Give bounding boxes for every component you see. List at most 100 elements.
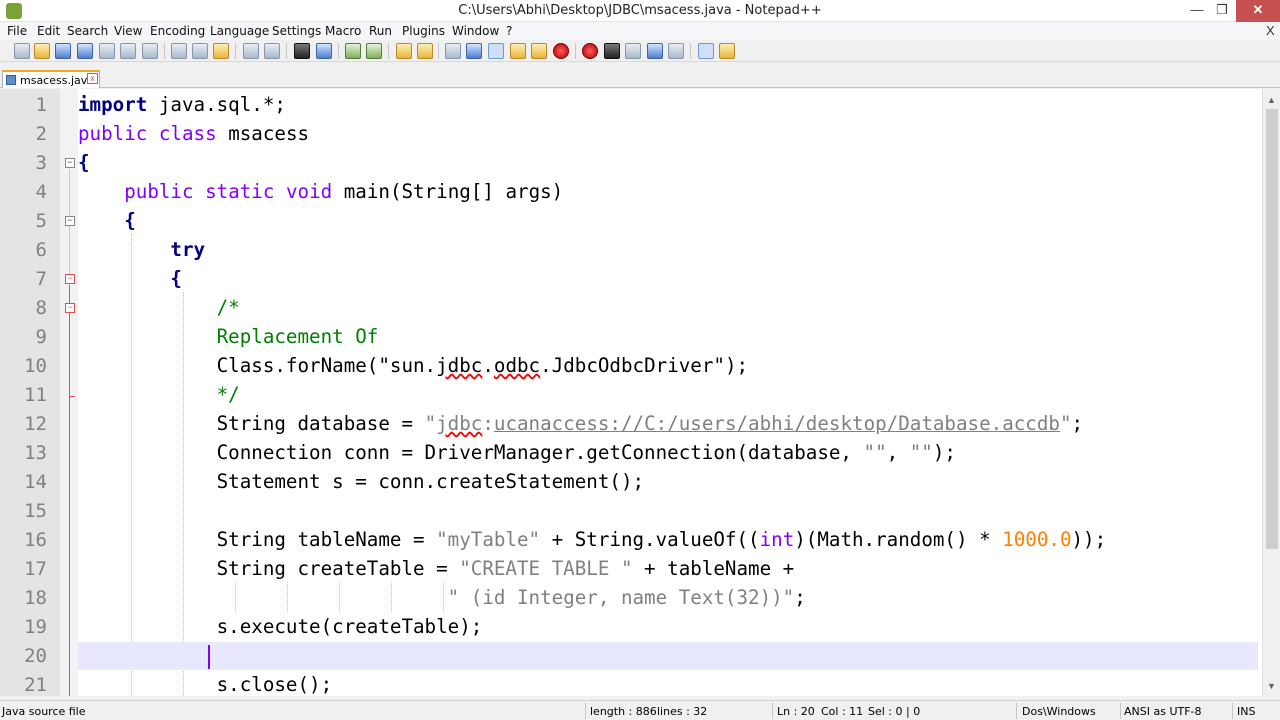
vertical-scrollbar[interactable]: ▲ ▼ — [1262, 89, 1280, 696]
line-number: 6 — [35, 239, 47, 261]
stop-record-icon[interactable] — [604, 43, 620, 59]
code-text: Class.forName("sun.jdbc.odbc.JdbcOdbcDri… — [216, 354, 749, 377]
code-line[interactable]: 10 Class.forName("sun.jdbc.odbc.JdbcOdbc… — [0, 352, 1262, 381]
sync-horizontal-icon[interactable] — [417, 43, 433, 59]
scrollbar-thumb[interactable] — [1266, 109, 1278, 549]
text-caret — [208, 645, 210, 669]
line-number: 1 — [35, 94, 47, 116]
copy-icon[interactable] — [192, 43, 208, 59]
new-file-icon[interactable] — [14, 43, 30, 59]
record-macro-icon[interactable] — [582, 43, 598, 59]
menu-window[interactable]: Window — [452, 24, 499, 38]
cut-icon[interactable] — [171, 43, 187, 59]
toolbar — [0, 40, 1280, 62]
code-line[interactable]: 8 /* — [0, 294, 1262, 323]
menu-encoding[interactable]: Encoding — [150, 24, 205, 38]
line-number: 7 — [35, 268, 47, 290]
title-bar: C:\Users\Abhi\Desktop\JDBC\msacess.java … — [0, 0, 1280, 22]
code-editor[interactable]: − − − − 1 import java.sql.*; 2 public cl… — [0, 89, 1280, 696]
function-list-icon[interactable] — [531, 43, 547, 59]
folder-workspace-icon[interactable] — [553, 43, 569, 59]
menu-settings[interactable]: Settings — [272, 24, 321, 38]
menu-view[interactable]: View — [114, 24, 142, 38]
plugin-icon[interactable] — [719, 43, 735, 59]
line-number: 4 — [35, 181, 47, 203]
code-line[interactable]: 15 — [0, 497, 1262, 526]
open-file-icon[interactable] — [34, 43, 50, 59]
code-line[interactable]: 12 String database = "jdbc:ucanaccess://… — [0, 410, 1262, 439]
print-icon[interactable] — [142, 43, 158, 59]
code-line[interactable]: 4 public static void main(String[] args) — [0, 178, 1262, 207]
menu-macro[interactable]: Macro — [325, 24, 361, 38]
scroll-down-icon[interactable]: ▼ — [1267, 681, 1276, 691]
zoom-in-icon[interactable] — [345, 43, 361, 59]
replace-icon[interactable] — [316, 43, 332, 59]
sync-vertical-icon[interactable] — [396, 43, 412, 59]
save-all-icon[interactable] — [77, 43, 93, 59]
status-eol: Dos\Windows — [1022, 705, 1096, 718]
line-number: 20 — [24, 645, 47, 667]
code-text: public class msacess — [78, 122, 310, 145]
find-icon[interactable] — [294, 43, 310, 59]
save-icon[interactable] — [55, 43, 71, 59]
tab-close-button[interactable]: x — [87, 73, 98, 84]
scroll-up-icon[interactable]: ▲ — [1267, 95, 1276, 105]
code-text: String tableName = "myTable" + String.va… — [216, 528, 1107, 551]
show-all-chars-icon[interactable] — [466, 43, 482, 59]
code-line[interactable]: 7 { — [0, 265, 1262, 294]
paste-icon[interactable] — [213, 43, 229, 59]
close-icon[interactable] — [99, 43, 115, 59]
code-text: { — [78, 151, 90, 174]
code-line-current[interactable]: 20 — [0, 642, 1262, 671]
current-line-highlight — [78, 642, 1258, 670]
line-number: 15 — [24, 500, 47, 522]
code-line[interactable]: 3 { — [0, 149, 1262, 178]
menu-edit[interactable]: Edit — [37, 24, 60, 38]
line-number: 8 — [35, 297, 47, 319]
close-all-icon[interactable] — [120, 43, 136, 59]
code-line[interactable]: 17 String createTable = "CREATE TABLE " … — [0, 555, 1262, 584]
run-macro-multiple-icon[interactable] — [647, 43, 663, 59]
zoom-out-icon[interactable] — [366, 43, 382, 59]
code-line[interactable]: 21 s.close(); — [0, 671, 1262, 696]
code-line[interactable]: 6 try — [0, 236, 1262, 265]
menu-help[interactable]: ? — [506, 24, 512, 38]
play-macro-icon[interactable] — [625, 43, 641, 59]
code-line[interactable]: 11 */ — [0, 381, 1262, 410]
code-line[interactable]: 16 String tableName = "myTable" + String… — [0, 526, 1262, 555]
menu-language[interactable]: Language — [210, 24, 269, 38]
status-length: length : 886 — [590, 705, 657, 718]
tab-msacess-java[interactable]: msacess.java x — [2, 70, 100, 88]
close-document-button[interactable]: X — [1266, 23, 1275, 38]
code-text: import java.sql.*; — [78, 93, 286, 116]
menu-file[interactable]: File — [7, 24, 27, 38]
indent-guide-icon[interactable] — [488, 43, 504, 59]
minimize-button[interactable]: — — [1183, 0, 1211, 22]
menu-run[interactable]: Run — [369, 24, 392, 38]
menu-search[interactable]: Search — [67, 24, 108, 38]
code-text: Replacement Of — [216, 325, 379, 348]
undo-icon[interactable] — [243, 43, 259, 59]
code-line[interactable]: 9 Replacement Of — [0, 323, 1262, 352]
status-line: Ln : 20 — [777, 705, 815, 718]
code-text: String createTable = "CREATE TABLE " + t… — [216, 557, 795, 580]
code-line[interactable]: 1 import java.sql.*; — [0, 91, 1262, 120]
line-number: 18 — [24, 587, 47, 609]
spell-check-icon[interactable] — [698, 43, 714, 59]
close-window-button[interactable]: ✕ — [1236, 0, 1280, 22]
user-language-icon[interactable] — [510, 43, 526, 59]
line-number: 9 — [35, 326, 47, 348]
code-line[interactable]: 5 { — [0, 207, 1262, 236]
code-line[interactable]: 18 " (id Integer, name Text(32))"; — [0, 584, 1262, 613]
code-line[interactable]: 14 Statement s = conn.createStatement(); — [0, 468, 1262, 497]
code-line[interactable]: 19 s.execute(createTable); — [0, 613, 1262, 642]
save-macro-icon[interactable] — [668, 43, 684, 59]
line-number: 11 — [24, 384, 47, 406]
status-column: Col : 11 — [821, 705, 864, 718]
redo-icon[interactable] — [264, 43, 280, 59]
maximize-button[interactable]: ❐ — [1208, 0, 1236, 22]
code-line[interactable]: 13 Connection conn = DriverManager.getCo… — [0, 439, 1262, 468]
menu-plugins[interactable]: Plugins — [402, 24, 445, 38]
word-wrap-icon[interactable] — [445, 43, 461, 59]
code-line[interactable]: 2 public class msacess — [0, 120, 1262, 149]
